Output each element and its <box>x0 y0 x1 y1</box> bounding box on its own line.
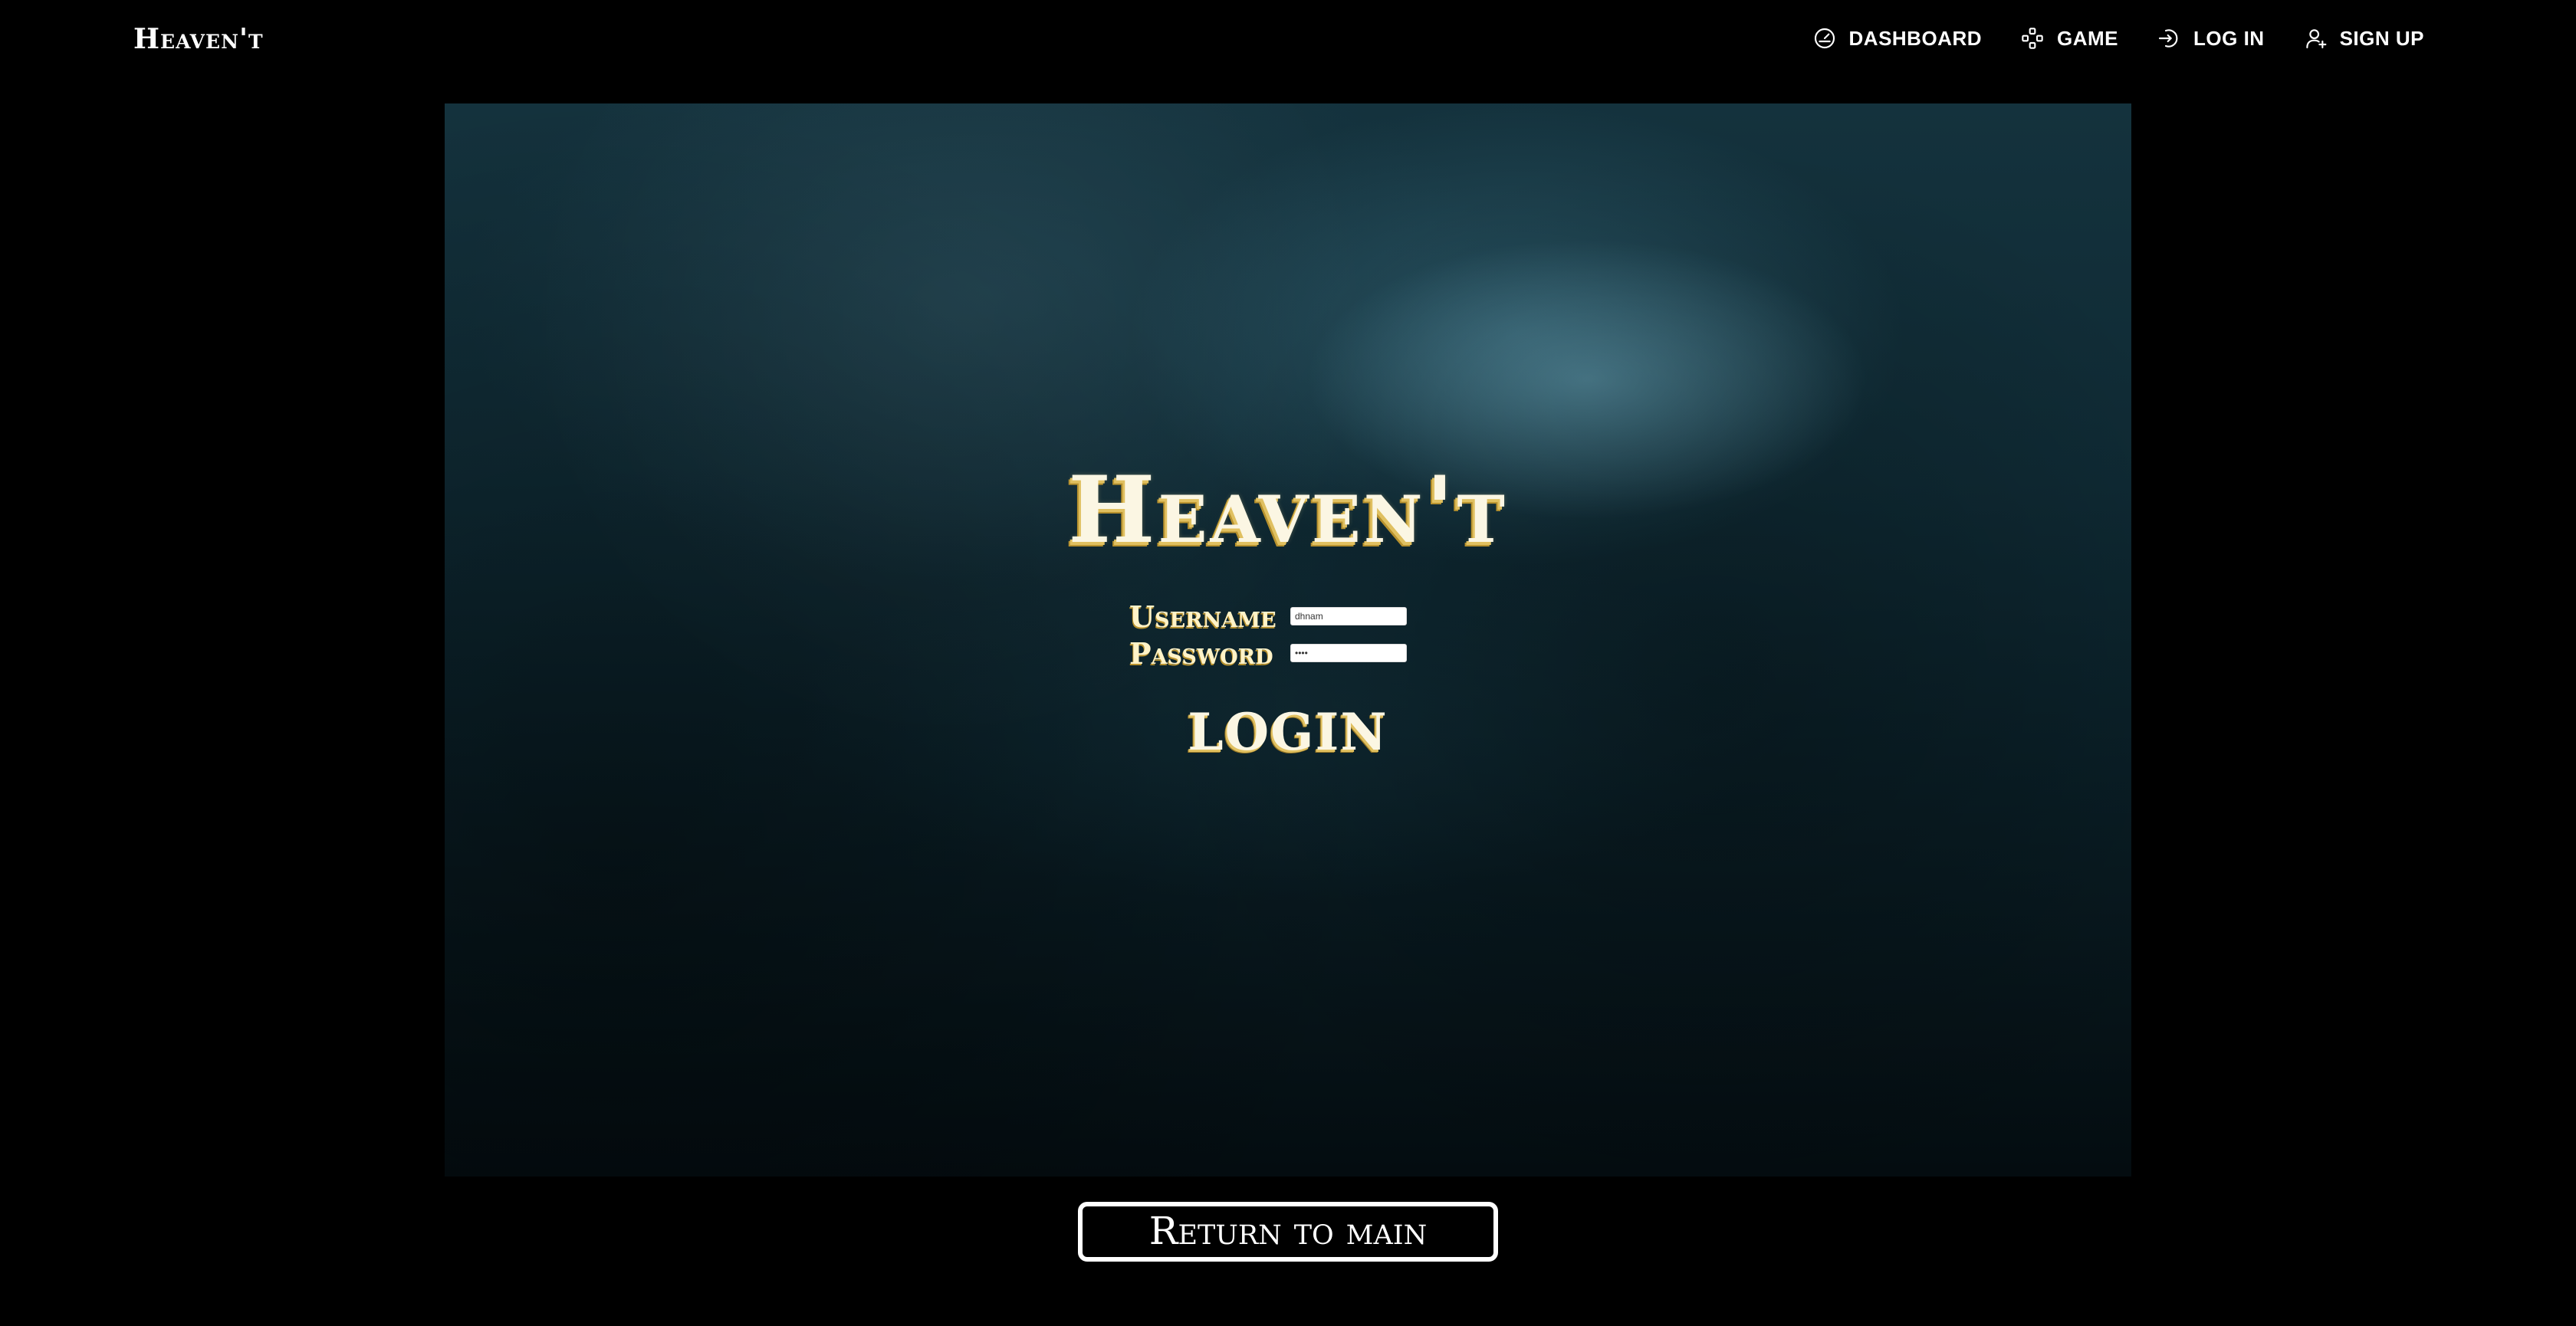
brand-logo[interactable]: Heaven't <box>133 23 264 55</box>
username-row: Username <box>1129 598 1451 635</box>
return-to-main-button[interactable]: Return to main <box>1078 1202 1498 1262</box>
username-label: Username <box>1129 599 1276 634</box>
nav-item-login-label: LOG IN <box>2193 26 2265 50</box>
user-add-icon <box>2303 26 2328 51</box>
nav-item-dashboard[interactable]: DASHBOARD <box>1812 26 1983 51</box>
nav-links: DASHBOARD GAME LOG IN SIGN UP <box>1812 26 2424 51</box>
game-title: Heaven't <box>1068 456 1508 564</box>
password-input[interactable] <box>1290 644 1407 662</box>
page: Heaven't DASHBOARD GAME LOG IN SIGN UP H… <box>0 0 2576 1326</box>
navbar: Heaven't DASHBOARD GAME LOG IN SIGN UP <box>0 0 2576 84</box>
login-form: Username Password <box>1129 598 1451 671</box>
hero-background: Heaven't Username Password LOGIN <box>445 103 2131 1177</box>
username-input[interactable] <box>1290 607 1407 625</box>
nav-item-game-label: GAME <box>2057 26 2119 50</box>
nav-item-signup[interactable]: SIGN UP <box>2303 26 2424 51</box>
nav-item-dashboard-label: DASHBOARD <box>1848 26 1983 50</box>
nav-item-game[interactable]: GAME <box>2020 26 2118 51</box>
nav-item-login[interactable]: LOG IN <box>2157 26 2265 51</box>
password-row: Password <box>1129 635 1451 671</box>
login-panel: Heaven't Username Password LOGIN <box>445 103 2131 1177</box>
login-icon <box>2157 26 2181 51</box>
nav-item-signup-label: SIGN UP <box>2339 26 2424 50</box>
gauge-icon <box>1812 26 1837 51</box>
password-label: Password <box>1129 635 1273 671</box>
gamepad-icon <box>2020 26 2045 51</box>
login-button[interactable]: LOGIN <box>445 701 2131 763</box>
